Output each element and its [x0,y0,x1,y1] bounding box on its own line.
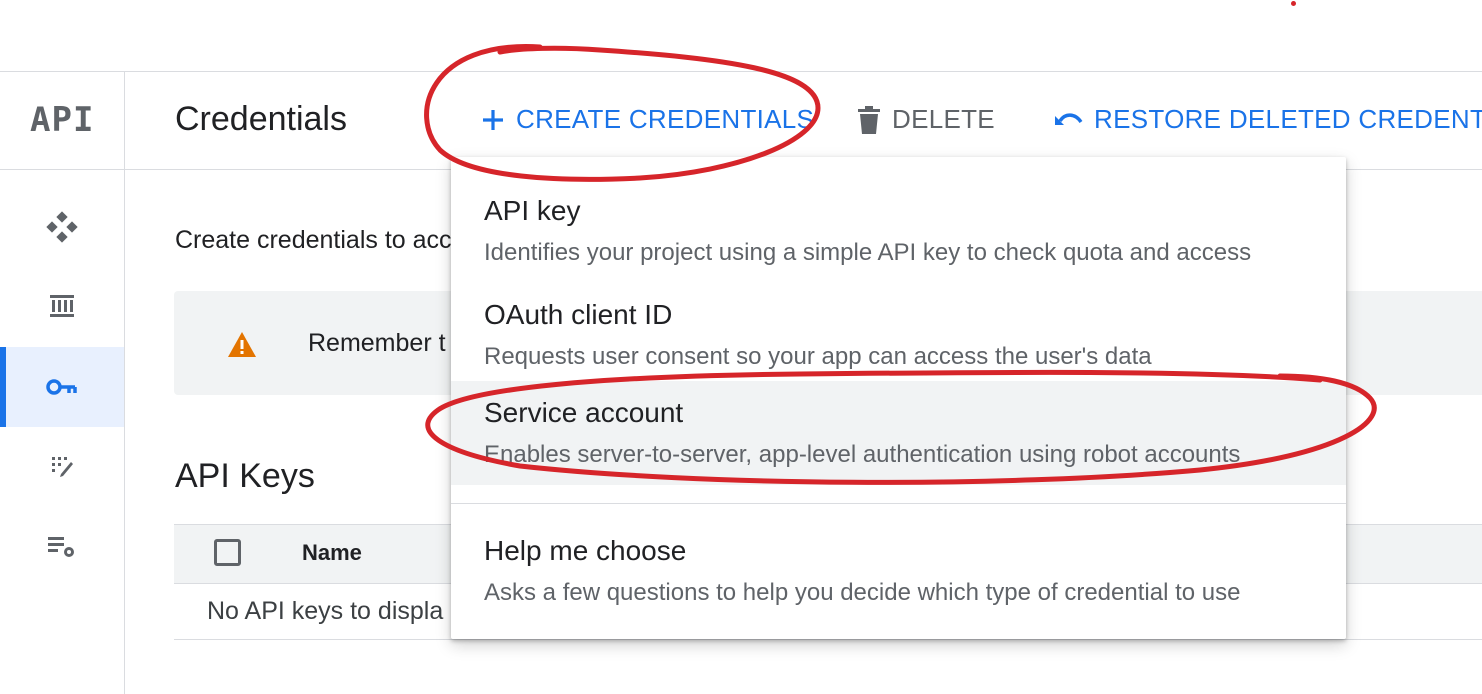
column-header-name[interactable]: Name [302,540,362,566]
restore-deleted-credentials-button[interactable]: RESTORE DELETED CREDENTIALS [1052,104,1482,135]
rail-divider [124,72,125,694]
create-credentials-label: CREATE CREDENTIALS [516,104,815,134]
delete-label: DELETE [892,104,995,134]
menu-item-description: Identifies your project using a simple A… [484,239,1252,266]
warning-icon [228,332,256,357]
menu-item-help-me-choose[interactable]: Help me choose Asks a few questions to h… [451,521,1346,625]
menu-item-title: Help me choose [484,535,687,566]
empty-table-message: No API keys to displa [207,597,444,625]
sidebar-item-consent[interactable] [0,427,124,507]
table-row-divider [174,639,1482,640]
page-title: Credentials [175,100,347,138]
sidebar-item-library[interactable] [0,267,124,347]
undo-icon [1055,112,1083,125]
api-keys-title: API Keys [175,457,315,495]
menu-item-title: OAuth client ID [484,299,673,330]
select-all-checkbox[interactable] [214,539,241,566]
library-icon [50,295,74,317]
intro-text: Create credentials to acc [175,226,452,254]
menu-item-api-key[interactable]: API key Identifies your project using a … [451,165,1346,269]
menu-item-description: Enables server-to-server, app-level auth… [484,441,1241,468]
consent-icon [52,457,73,477]
menu-item-description: Asks a few questions to help you decide … [484,579,1241,606]
plus-icon [483,109,503,130]
create-credentials-menu: API key Identifies your project using a … [451,157,1346,639]
annotation-dot [1291,1,1296,6]
key-icon [46,379,77,395]
api-logo: API [30,100,95,140]
sidebar-item-settings[interactable] [0,507,124,587]
sidebar-item-credentials[interactable] [0,347,124,427]
settings-list-icon [48,537,74,557]
menu-item-description: Requests user consent so your app can ac… [484,343,1152,370]
trash-icon [858,105,880,134]
menu-item-title: API key [484,195,581,226]
sidebar-item-dashboard[interactable] [0,187,124,267]
active-indicator [0,347,6,427]
delete-button[interactable]: DELETE [856,104,995,135]
restore-label: RESTORE DELETED CREDENTIALS [1094,104,1482,134]
menu-item-service-account[interactable]: Service account Enables server-to-server… [451,381,1346,485]
menu-item-title: Service account [484,397,684,428]
menu-divider [451,503,1346,504]
dashboard-icon [46,211,78,243]
warning-text: Remember t [308,329,446,357]
top-divider [0,71,1482,72]
create-credentials-button[interactable]: CREATE CREDENTIALS [480,104,814,135]
menu-item-oauth-client-id[interactable]: OAuth client ID Requests user consent so… [451,269,1346,373]
